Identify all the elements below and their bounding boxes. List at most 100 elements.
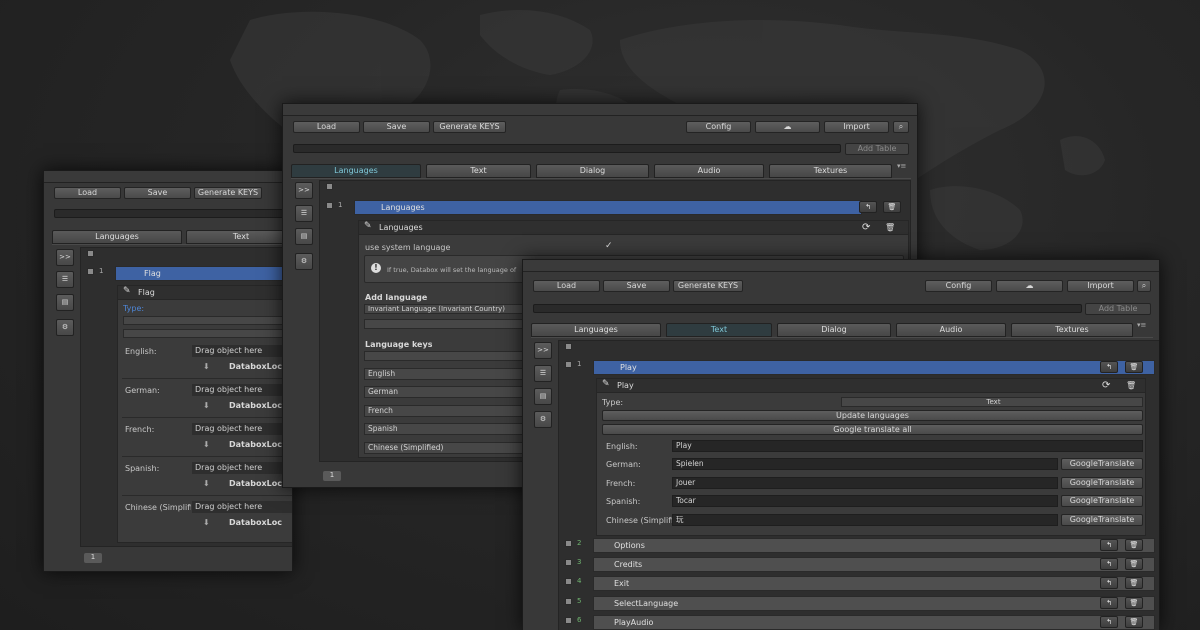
menu-dots-icon[interactable]: ▾≡ <box>897 162 906 170</box>
search-bar[interactable] <box>54 209 292 218</box>
trash-icon[interactable]: 🗑 <box>1126 381 1136 390</box>
delete-button[interactable]: 🗑 <box>1125 577 1143 589</box>
language-key-spanish[interactable]: Spanish <box>364 423 529 435</box>
trash-icon[interactable]: 🗑 <box>885 223 895 232</box>
language-select[interactable]: Invariant Language (Invariant Country) <box>364 304 529 314</box>
save-button[interactable]: Save <box>124 187 191 199</box>
delete-button[interactable]: 🗑 <box>883 201 901 213</box>
load-button[interactable]: Load <box>533 280 600 292</box>
drop-target-english[interactable]: Drag object here <box>192 345 292 357</box>
delete-button[interactable]: 🗑 <box>1125 558 1143 570</box>
tab-text[interactable]: Text <box>666 323 772 337</box>
menu-dots-button[interactable]: ⌕ <box>893 121 909 133</box>
select-all-checkbox[interactable] <box>87 250 94 257</box>
google-translate-button-german[interactable]: GoogleTranslate <box>1061 458 1143 470</box>
table-row-credits[interactable]: Credits <box>593 557 1155 572</box>
language-key-english[interactable]: English <box>364 368 529 380</box>
config-button[interactable]: Config <box>925 280 992 292</box>
table-row-selectlanguage[interactable]: SelectLanguage <box>593 596 1155 611</box>
pin-button[interactable]: ↰ <box>1100 558 1118 570</box>
delete-button[interactable]: 🗑 <box>1125 597 1143 609</box>
row-checkbox[interactable] <box>565 578 572 585</box>
type-dropdown[interactable]: Text <box>841 397 1143 407</box>
row-checkbox[interactable] <box>565 540 572 547</box>
pin-button[interactable]: ↰ <box>859 201 877 213</box>
expand-button[interactable]: >> <box>295 182 313 199</box>
update-languages-button[interactable] <box>123 329 292 338</box>
import-button[interactable]: Import <box>824 121 889 133</box>
load-button[interactable]: Load <box>293 121 360 133</box>
row-checkbox[interactable] <box>565 361 572 368</box>
drop-target-chinese[interactable]: Drag object here <box>192 501 292 513</box>
language-key-german[interactable]: German <box>364 386 529 398</box>
language-key-chinese[interactable]: Chinese (Simplified) <box>364 442 529 454</box>
row-checkbox[interactable] <box>87 268 94 275</box>
field-english[interactable]: Play <box>672 440 1143 452</box>
search-bar[interactable] <box>293 144 841 153</box>
generate-keys-button[interactable]: Generate KEYS <box>673 280 743 292</box>
google-translate-button-spanish[interactable]: GoogleTranslate <box>1061 495 1143 507</box>
document-settings-icon[interactable]: ⚙ <box>56 319 74 336</box>
update-languages-button[interactable]: Update languages <box>602 410 1143 421</box>
use-system-language-checkbox[interactable]: ✓ <box>605 241 613 251</box>
tab-languages[interactable]: Languages <box>52 230 182 244</box>
tab-audio[interactable]: Audio <box>654 164 764 178</box>
add-table-button[interactable]: Add Table <box>845 143 909 155</box>
import-button[interactable]: Import <box>1067 280 1134 292</box>
drop-target-spanish[interactable]: Drag object here <box>192 462 292 474</box>
field-french[interactable]: Jouer <box>672 477 1058 489</box>
google-translate-button-french[interactable]: GoogleTranslate <box>1061 477 1143 489</box>
google-translate-button-chinese[interactable]: GoogleTranslate <box>1061 514 1143 526</box>
search-bar[interactable] <box>533 304 1082 313</box>
tab-languages[interactable]: Languages <box>531 323 661 337</box>
refresh-icon[interactable]: ⟳ <box>1102 380 1110 391</box>
tab-textures[interactable]: Textures <box>769 164 892 178</box>
generate-keys-button[interactable]: Generate KEYS <box>433 121 506 133</box>
tab-dialog[interactable]: Dialog <box>536 164 649 178</box>
row-checkbox[interactable] <box>326 202 333 209</box>
table-row-languages[interactable]: Languages <box>354 200 862 215</box>
tab-text[interactable]: Text <box>186 230 292 244</box>
config-button[interactable]: Config <box>686 121 751 133</box>
save-button[interactable]: Save <box>363 121 430 133</box>
document-icon[interactable]: ▤ <box>56 294 74 311</box>
tab-dialog[interactable]: Dialog <box>777 323 891 337</box>
tab-languages[interactable]: Languages <box>291 164 421 178</box>
delete-button[interactable]: 🗑 <box>1125 539 1143 551</box>
menu-dots-button[interactable]: ⌕ <box>1137 280 1151 292</box>
document-icon[interactable]: ▤ <box>534 388 552 405</box>
pin-button[interactable]: ↰ <box>1100 361 1118 373</box>
generate-keys-button[interactable]: Generate KEYS <box>194 187 262 199</box>
add-table-button[interactable]: Add Table <box>1085 303 1151 315</box>
type-dropdown[interactable] <box>123 316 292 325</box>
list-icon[interactable]: ☰ <box>295 205 313 222</box>
drop-target-german[interactable]: Drag object here <box>192 384 292 396</box>
expand-button[interactable]: >> <box>56 249 74 266</box>
expand-button[interactable]: >> <box>534 342 552 359</box>
document-icon[interactable]: ▤ <box>295 228 313 245</box>
document-settings-icon[interactable]: ⚙ <box>534 411 552 428</box>
menu-dots-icon[interactable]: ▾≡ <box>1137 321 1146 329</box>
field-chinese[interactable]: 玩 <box>672 514 1058 526</box>
language-key-french[interactable]: French <box>364 405 529 417</box>
refresh-icon[interactable]: ⟳ <box>862 222 870 233</box>
table-row-playaudio[interactable]: PlayAudio <box>593 615 1155 630</box>
row-checkbox[interactable] <box>565 617 572 624</box>
table-row-play[interactable]: Play <box>593 360 1155 375</box>
load-button[interactable]: Load <box>54 187 121 199</box>
row-checkbox[interactable] <box>565 598 572 605</box>
pin-button[interactable]: ↰ <box>1100 577 1118 589</box>
select-all-checkbox[interactable] <box>326 183 333 190</box>
pin-button[interactable]: ↰ <box>1100 539 1118 551</box>
pin-button[interactable]: ↰ <box>1100 616 1118 628</box>
page-number[interactable]: 1 <box>323 471 341 481</box>
pin-button[interactable]: ↰ <box>1100 597 1118 609</box>
add-language-button[interactable] <box>364 319 529 329</box>
save-button[interactable]: Save <box>603 280 670 292</box>
field-spanish[interactable]: Tocar <box>672 495 1058 507</box>
cloud-button[interactable]: ☁ <box>755 121 820 133</box>
row-checkbox[interactable] <box>565 559 572 566</box>
select-all-checkbox[interactable] <box>565 343 572 350</box>
table-row-flag[interactable]: Flag <box>115 266 292 281</box>
table-row-exit[interactable]: Exit <box>593 576 1155 591</box>
